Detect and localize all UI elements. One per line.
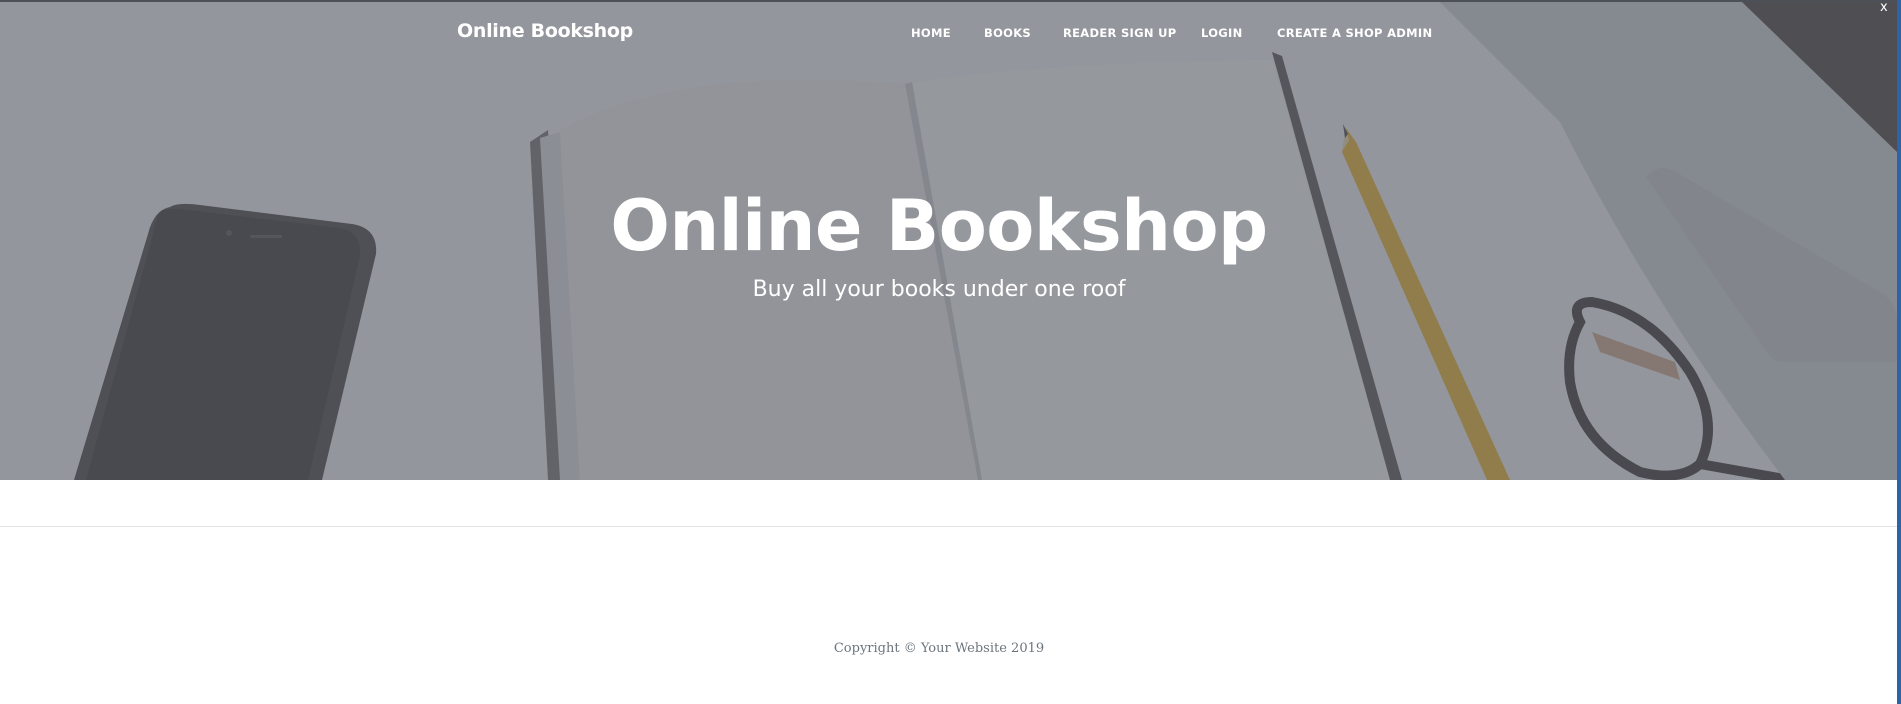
- nav-link-home[interactable]: HOME: [911, 26, 951, 40]
- nav-link-login[interactable]: LOGIN: [1201, 26, 1243, 40]
- hero-title: Online Bookshop: [610, 185, 1268, 267]
- nav-link-create-shop-admin[interactable]: CREATE A SHOP ADMIN: [1277, 26, 1432, 40]
- window-edge: [1897, 0, 1901, 704]
- footer-divider: [0, 526, 1897, 527]
- hero-subtitle: Buy all your books under one roof: [752, 277, 1126, 302]
- close-icon[interactable]: x: [1880, 0, 1888, 15]
- nav-link-reader-sign-up[interactable]: READER SIGN UP: [1063, 26, 1176, 40]
- navbar-brand[interactable]: Online Bookshop: [457, 20, 633, 42]
- nav-link-books[interactable]: BOOKS: [984, 26, 1031, 40]
- page: Online Bookshop HOME BOOKS READER SIGN U…: [0, 0, 1901, 704]
- footer-copyright: Copyright © Your Website 2019: [833, 641, 1045, 656]
